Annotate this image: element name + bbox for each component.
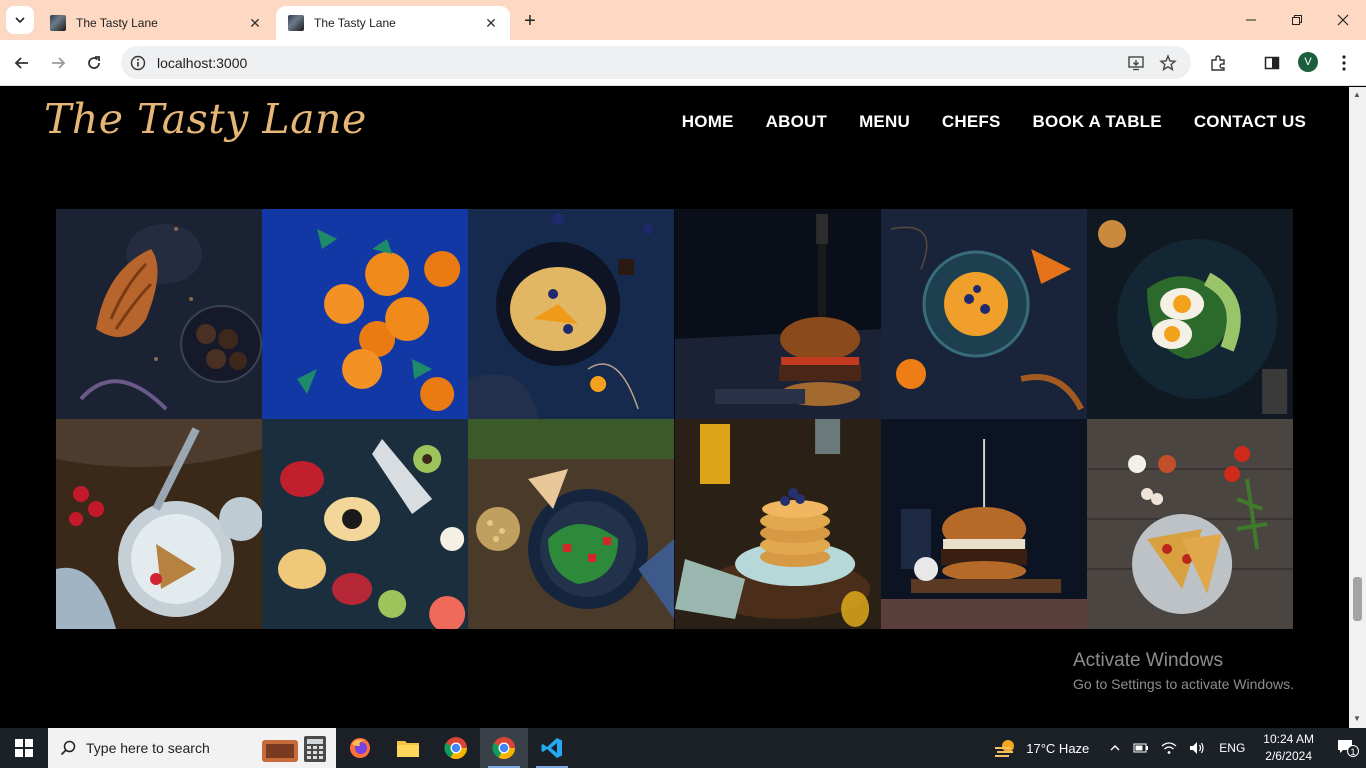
arrow-right-icon <box>52 57 66 69</box>
gallery-image-burger-knife[interactable] <box>674 209 881 419</box>
activate-windows-watermark: Activate Windows Go to Settings to activ… <box>1073 650 1294 692</box>
chrome-icon <box>492 737 515 759</box>
extensions-puzzle-icon[interactable] <box>1206 51 1230 75</box>
food-gallery <box>56 209 1293 629</box>
side-panel-icon[interactable] <box>1260 51 1284 75</box>
reload-button[interactable] <box>79 48 109 78</box>
clock-time: 10:24 AM <box>1263 732 1314 746</box>
scrollbar-thumb[interactable] <box>1353 577 1362 621</box>
main-nav: HOME ABOUT MENU CHEFS BOOK A TABLE CONTA… <box>682 112 1306 132</box>
gallery-image-pancake-stack[interactable] <box>674 419 881 629</box>
site-favicon-icon <box>288 15 304 31</box>
scroll-down-arrow-icon[interactable]: ▼ <box>1353 714 1361 723</box>
profile-avatar[interactable]: V <box>1298 52 1318 72</box>
bookmark-star-icon[interactable] <box>1156 51 1180 75</box>
chevron-down-icon <box>15 17 25 24</box>
new-tab-button[interactable]: + <box>518 9 542 33</box>
close-tab-icon[interactable]: ✕ <box>246 14 264 32</box>
tray-icons <box>1109 741 1205 755</box>
notification-icon <box>1338 740 1359 757</box>
tab-title: The Tasty Lane <box>76 16 158 30</box>
gallery-image-chickpea-bowl[interactable] <box>468 419 675 629</box>
minimize-button[interactable] <box>1228 0 1274 40</box>
search-placeholder: Type here to search <box>86 740 210 756</box>
address-bar[interactable]: localhost:3000 <box>121 46 1191 79</box>
minimize-icon <box>1246 19 1256 21</box>
haze-weather-icon <box>995 740 1015 757</box>
windows-logo-icon <box>15 739 33 757</box>
site-favicon-icon <box>50 15 66 31</box>
weather-text: 17°C Haze <box>1026 740 1090 756</box>
gallery-image-pizza-slices[interactable] <box>1086 419 1293 629</box>
url-text: localhost:3000 <box>157 54 248 71</box>
close-tab-icon[interactable]: ✕ <box>482 14 500 32</box>
vscode-icon <box>541 738 562 758</box>
nav-menu[interactable]: MENU <box>859 112 910 132</box>
reload-icon <box>88 56 100 69</box>
wifi-icon[interactable] <box>1161 741 1177 755</box>
page-scrollbar[interactable]: ▲ ▼ <box>1349 87 1366 728</box>
search-highlight-calculator-icon <box>262 736 326 762</box>
browser-tab-active[interactable]: The Tasty Lane ✕ <box>276 6 510 40</box>
kebab-menu-icon[interactable] <box>1332 51 1356 75</box>
taskbar-search-box[interactable]: Type here to search <box>48 728 336 768</box>
start-button[interactable] <box>0 728 48 768</box>
firefox-icon <box>350 738 370 758</box>
clock-date: 2/6/2024 <box>1265 749 1312 763</box>
webpage: The Tasty Lane HOME ABOUT MENU CHEFS BOO… <box>0 87 1349 728</box>
chrome-icon <box>444 737 467 759</box>
taskbar-vscode[interactable] <box>528 728 576 768</box>
restore-icon <box>1292 15 1302 25</box>
nav-chefs[interactable]: CHEFS <box>942 112 1001 132</box>
back-button[interactable] <box>7 48 37 78</box>
gallery-image-burger-board[interactable] <box>880 419 1087 629</box>
gallery-image-eggs-avocado[interactable] <box>1086 209 1293 419</box>
site-logo[interactable]: The Tasty Lane <box>44 95 367 143</box>
battery-icon[interactable] <box>1133 742 1149 754</box>
close-window-button[interactable] <box>1320 0 1366 40</box>
gallery-image-pancakes-orange[interactable] <box>880 209 1087 419</box>
gallery-image-skillet-pancake[interactable] <box>468 209 675 419</box>
gallery-image-pie-strawberries[interactable] <box>56 419 263 629</box>
gallery-image-oranges[interactable] <box>262 209 469 419</box>
forward-button[interactable] <box>43 48 73 78</box>
notification-count: 1 <box>1350 747 1356 757</box>
chevron-up-icon[interactable] <box>1109 742 1121 754</box>
browser-tabstrip: The Tasty Lane ✕ The Tasty Lane ✕ + <box>0 0 1366 40</box>
system-tray: 17°C Haze ENG 10:24 AM 2/6/2024 1 <box>994 728 1366 768</box>
taskbar-chrome[interactable] <box>432 728 480 768</box>
nav-home[interactable]: HOME <box>682 112 734 132</box>
browser-toolbar: localhost:3000 V <box>0 40 1366 86</box>
watermark-title: Activate Windows <box>1073 650 1223 671</box>
tab-title: The Tasty Lane <box>314 16 396 30</box>
nav-book-a-table[interactable]: BOOK A TABLE <box>1033 112 1162 132</box>
nav-contact-us[interactable]: CONTACT US <box>1194 112 1306 132</box>
restore-button[interactable] <box>1274 0 1320 40</box>
language-indicator[interactable]: ENG <box>1219 741 1245 755</box>
gallery-image-croissant[interactable] <box>56 209 263 419</box>
browser-tab[interactable]: The Tasty Lane ✕ <box>38 6 274 40</box>
scroll-up-arrow-icon[interactable]: ▲ <box>1353 90 1361 99</box>
arrow-left-icon <box>14 57 28 69</box>
close-icon <box>1337 14 1349 26</box>
taskbar-clock[interactable]: 10:24 AM 2/6/2024 <box>1263 731 1314 765</box>
taskbar-file-explorer[interactable] <box>384 728 432 768</box>
taskbar-firefox[interactable] <box>336 728 384 768</box>
taskbar-chrome-active[interactable] <box>480 728 528 768</box>
tab-search-button[interactable] <box>6 6 34 34</box>
volume-icon[interactable] <box>1189 741 1205 755</box>
weather-widget[interactable]: 17°C Haze <box>994 738 1089 758</box>
search-icon <box>60 740 76 756</box>
nav-about[interactable]: ABOUT <box>766 112 827 132</box>
notification-center-button[interactable]: 1 <box>1330 728 1366 768</box>
file-explorer-icon <box>397 741 419 757</box>
site-info-icon[interactable] <box>129 54 147 72</box>
watermark-subtitle: Go to Settings to activate Windows. <box>1073 676 1294 692</box>
install-app-icon[interactable] <box>1124 51 1148 75</box>
gallery-image-papaya-kiwi[interactable] <box>262 419 469 629</box>
windows-taskbar: Type here to search 17°C Haze ENG 10:24 … <box>0 728 1366 768</box>
